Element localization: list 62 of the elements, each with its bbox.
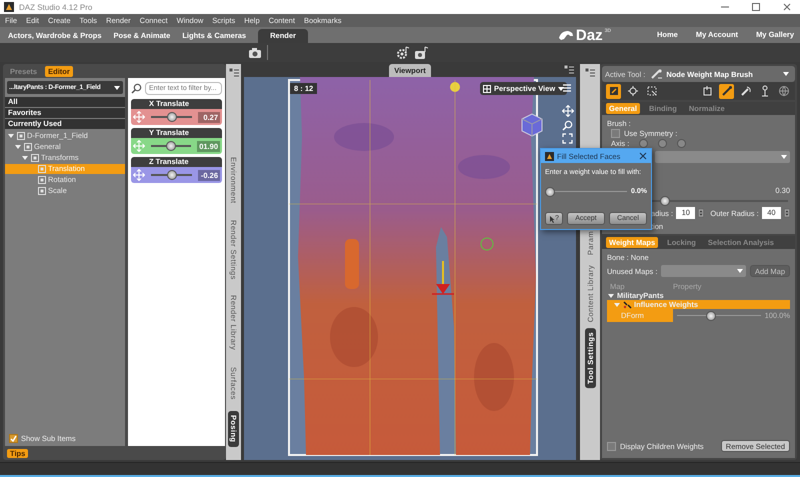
search-icon [131, 83, 142, 94]
caret-icon [783, 72, 789, 76]
close-icon[interactable] [639, 152, 647, 160]
radio-button[interactable] [658, 138, 668, 148]
move-icon[interactable] [562, 105, 574, 117]
tool-button[interactable] [606, 84, 621, 98]
grid-icon [483, 84, 491, 92]
slider-thumb[interactable] [660, 196, 670, 206]
maximize-icon[interactable] [751, 2, 761, 12]
node-icon [38, 164, 46, 173]
tool-button[interactable] [776, 84, 791, 98]
app-icon [4, 2, 14, 12]
move-icon[interactable] [133, 169, 145, 181]
joint-node-icon [626, 85, 638, 97]
zoom-icon[interactable] [562, 120, 573, 131]
panel-menu-icon[interactable] [564, 65, 574, 74]
expand-arrow-icon[interactable] [22, 156, 28, 160]
camera-icon[interactable] [414, 46, 428, 60]
weights-icon [623, 300, 632, 308]
slider-thumb[interactable] [166, 170, 176, 180]
slider-thumb[interactable] [545, 187, 555, 197]
caret-icon [558, 86, 564, 90]
caret-icon [781, 155, 787, 159]
brush-icon [720, 85, 732, 97]
expand-arrow-icon[interactable] [8, 134, 14, 138]
smooth-brush-icon [740, 85, 752, 97]
node-icon [24, 142, 32, 151]
slider-thumb[interactable] [166, 141, 176, 151]
arrow-gizmo-icon[interactable] [432, 261, 454, 295]
checkbox[interactable] [611, 128, 620, 138]
close-icon[interactable] [782, 2, 792, 12]
checkbox[interactable] [607, 442, 616, 450]
brush-tool-icon [651, 69, 664, 79]
pointer-icon [549, 214, 555, 222]
marquee-select-icon [646, 85, 658, 97]
node-icon [38, 186, 46, 195]
app-icon [545, 152, 554, 160]
logo-text: Daz [576, 28, 603, 42]
node-icon [31, 154, 39, 162]
node-icon [17, 132, 25, 140]
frame-icon[interactable] [562, 133, 573, 144]
fill-faces-icon [702, 85, 714, 97]
tool-button[interactable] [625, 84, 640, 98]
spinner-arrows-icon[interactable] [698, 207, 704, 219]
radio-button[interactable] [639, 138, 648, 148]
window-title: DAZ Studio 4.12 Pro [19, 2, 92, 12]
expand-arrow-icon[interactable] [15, 144, 21, 149]
spinner-arrows-icon[interactable] [784, 207, 790, 219]
tool-button[interactable] [719, 84, 734, 98]
node-icon [38, 176, 46, 184]
checkbox[interactable] [9, 434, 18, 443]
gear-icon[interactable] [396, 46, 410, 60]
logo-icon [558, 29, 574, 41]
weight-brush-icon [608, 85, 620, 97]
caret-icon [736, 269, 743, 273]
slider-thumb[interactable] [167, 112, 178, 122]
radio-button[interactable] [677, 138, 686, 148]
camera-icon[interactable] [248, 46, 262, 58]
globe-icon [778, 85, 790, 97]
panel-menu-icon[interactable] [562, 83, 572, 93]
caret-icon [114, 86, 120, 90]
slider-thumb[interactable] [706, 311, 716, 321]
